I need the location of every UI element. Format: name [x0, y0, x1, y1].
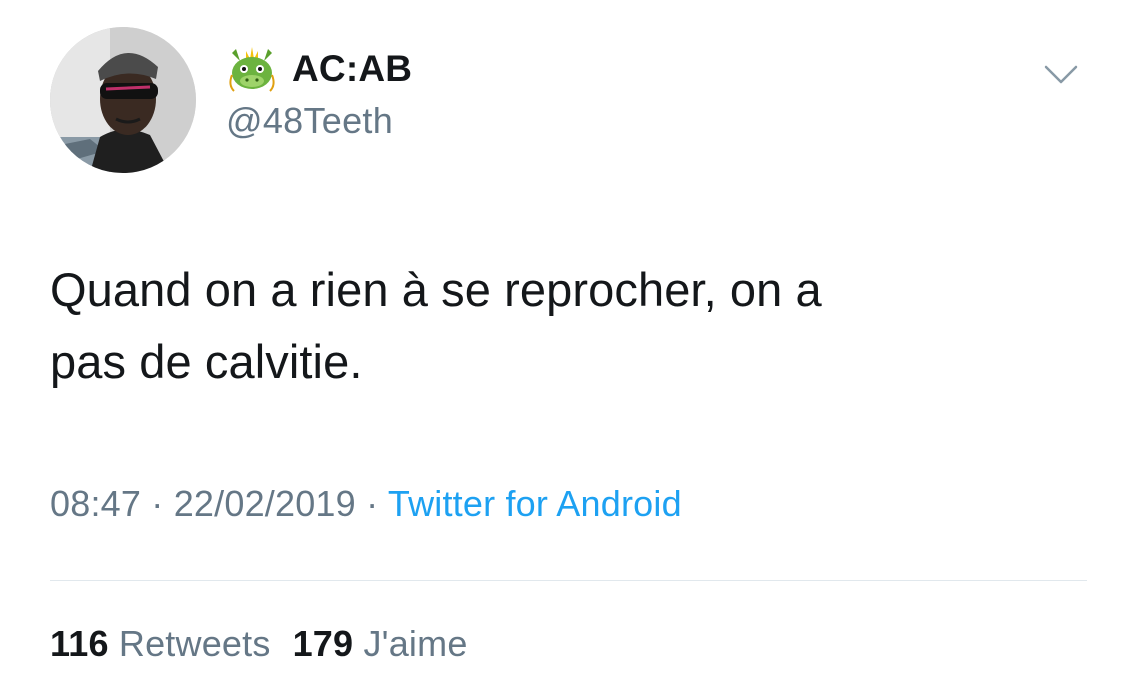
- chevron-down-icon[interactable]: [1043, 63, 1079, 87]
- divider: [50, 580, 1087, 581]
- retweets-stat[interactable]: 116 Retweets: [50, 623, 271, 664]
- likes-label: J'aime: [363, 623, 468, 664]
- user-handle[interactable]: @48Teeth: [226, 100, 412, 142]
- likes-count: 179: [292, 623, 354, 664]
- display-name[interactable]: AC:AB: [292, 48, 412, 90]
- tweet-source-link[interactable]: Twitter for Android: [388, 483, 682, 524]
- tweet-time[interactable]: 08:47: [50, 483, 141, 524]
- tweet-text-line: pas de calvitie.: [50, 335, 363, 388]
- tweet-text-line: Quand on a rien à se reprocher, on a: [50, 263, 822, 316]
- tweet-card: AC:AB @48Teeth Quand on a rien à se repr…: [0, 0, 1125, 685]
- tweet-text: Quand on a rien à se reprocher, on a pas…: [50, 254, 1080, 398]
- tweet-date[interactable]: 22/02/2019: [174, 483, 356, 524]
- author-block[interactable]: AC:AB @48Teeth: [226, 44, 412, 142]
- dragon-face-icon: [226, 45, 278, 93]
- tweet-stats: 116 Retweets 179 J'aime: [50, 623, 468, 665]
- meta-separator: ·: [366, 483, 379, 524]
- retweets-label: Retweets: [118, 623, 271, 664]
- meta-separator: ·: [151, 483, 164, 524]
- avatar[interactable]: [50, 27, 196, 173]
- retweets-count: 116: [50, 623, 109, 664]
- tweet-meta: 08:47 · 22/02/2019 · Twitter for Android: [50, 483, 682, 525]
- likes-stat[interactable]: 179 J'aime: [293, 623, 468, 664]
- avatar-photo: [50, 27, 196, 173]
- display-name-row: AC:AB: [226, 44, 412, 94]
